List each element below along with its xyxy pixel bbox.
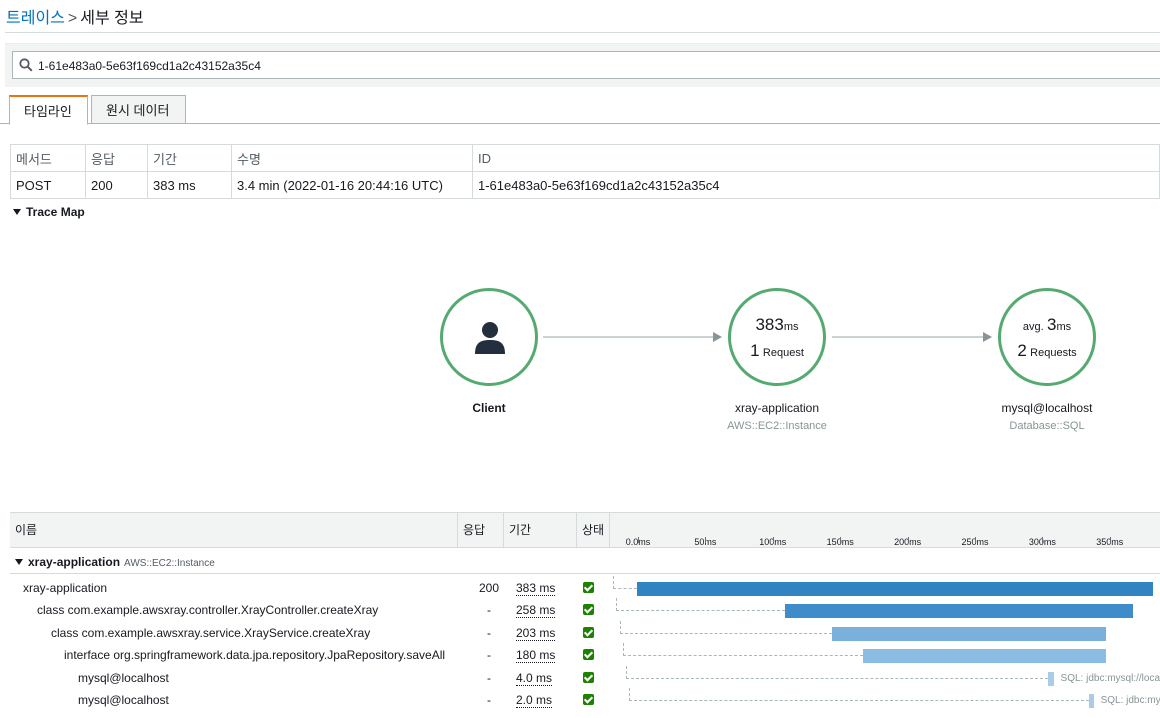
breadcrumb: 트레이스 > 세부 정보 bbox=[6, 4, 144, 28]
header-method: 메서드 bbox=[10, 144, 86, 172]
header-id: ID bbox=[472, 144, 1160, 172]
timeline-row[interactable]: class com.example.awsxray.controller.Xra… bbox=[10, 598, 1160, 622]
group-type: AWS::EC2::Instance bbox=[124, 558, 215, 569]
trace-map-toggle[interactable]: Trace Map bbox=[13, 205, 85, 219]
status-ok-icon bbox=[583, 672, 594, 683]
segment-name: class com.example.awsxray.service.XraySe… bbox=[51, 626, 371, 640]
timeline-row[interactable]: xray-application 200 383 ms bbox=[10, 576, 1160, 600]
segment-duration[interactable]: 2.0 ms bbox=[516, 694, 553, 708]
span-bar[interactable] bbox=[1048, 672, 1054, 686]
span-bar[interactable] bbox=[863, 649, 1107, 663]
node-xray-application[interactable]: 383ms 1 Request bbox=[728, 288, 826, 386]
node-latency: avg. 3ms bbox=[1022, 315, 1072, 334]
arrow-icon bbox=[713, 332, 722, 342]
header-age: 수명 bbox=[231, 144, 473, 172]
status-ok-icon bbox=[583, 604, 594, 615]
divider bbox=[5, 32, 1160, 33]
trace-map: Client 383ms 1 Request xray-application … bbox=[0, 220, 1160, 510]
segment-duration[interactable]: 203 ms bbox=[516, 627, 556, 641]
segment-name: interface org.springframework.data.jpa.r… bbox=[64, 648, 446, 662]
span-connector bbox=[626, 666, 1049, 679]
col-response[interactable]: 응답 bbox=[457, 513, 503, 547]
caret-down-icon bbox=[13, 208, 21, 215]
segment-duration[interactable]: 383 ms bbox=[516, 582, 556, 596]
search-icon bbox=[19, 58, 33, 72]
span-connector bbox=[616, 598, 786, 611]
segment-response: - bbox=[487, 626, 491, 640]
segment-response: - bbox=[487, 603, 491, 617]
col-name[interactable]: 이름 bbox=[10, 513, 457, 547]
span-connector bbox=[623, 643, 864, 656]
segment-response: 200 bbox=[478, 581, 500, 595]
segment-duration[interactable]: 4.0 ms bbox=[516, 672, 553, 686]
timeline-row[interactable]: mysql@localhost - 4.0 ms SQL: jdbc:mysql://… bbox=[10, 666, 1160, 690]
arrow-icon bbox=[983, 332, 992, 342]
breadcrumb-traces-link[interactable]: 트레이스 bbox=[6, 10, 65, 27]
node-app-type: AWS::EC2::Instance bbox=[727, 420, 827, 432]
header-duration: 기간 bbox=[147, 144, 232, 172]
value-method: POST bbox=[10, 171, 86, 199]
trace-summary-table: 메서드 응답 기간 수명 ID POST 200 383 ms 3.4 min … bbox=[10, 144, 1160, 199]
tab-timeline[interactable]: 타임라인 bbox=[9, 95, 88, 125]
col-status[interactable]: 상태 bbox=[576, 513, 609, 547]
span-label: SQL: jdbc:mysql://localh bbox=[1060, 673, 1160, 684]
group-name: xray-application bbox=[28, 555, 121, 569]
status-ok-icon bbox=[583, 627, 594, 638]
timeline-row[interactable]: mysql@localhost - 2.0 ms SQL: jdbc:mys bbox=[10, 688, 1160, 712]
segment-duration[interactable]: 258 ms bbox=[516, 604, 556, 618]
timeline-row[interactable]: interface org.springframework.data.jpa.r… bbox=[10, 643, 1160, 667]
span-connector bbox=[613, 576, 637, 589]
segment-response: - bbox=[487, 693, 491, 707]
value-response: 200 bbox=[85, 171, 148, 199]
status-ok-icon bbox=[583, 694, 594, 705]
span-bar[interactable] bbox=[1088, 694, 1094, 708]
span-bar[interactable] bbox=[637, 582, 1154, 596]
user-icon bbox=[475, 322, 505, 354]
tab-bar: 타임라인 원시 데이터 bbox=[0, 95, 1160, 125]
segment-response: - bbox=[487, 648, 491, 662]
trace-map-edges bbox=[543, 332, 992, 342]
segment-group[interactable]: xray-application AWS::EC2::Instance bbox=[10, 550, 1160, 574]
node-latency: 383ms bbox=[755, 315, 799, 334]
timeline-row[interactable]: class com.example.awsxray.service.XraySe… bbox=[10, 621, 1160, 645]
node-app-name: xray-application bbox=[734, 401, 820, 415]
segment-name: mysql@localhost bbox=[78, 693, 169, 707]
node-db-type: Database::SQL bbox=[1009, 420, 1085, 432]
header-response: 응답 bbox=[85, 144, 148, 172]
col-duration[interactable]: 기간 bbox=[503, 513, 576, 547]
timeline-header: 이름 응답 기간 상태 0.0ms50ms100ms150ms200ms250m… bbox=[10, 512, 1160, 548]
breadcrumb-separator: > bbox=[67, 10, 78, 27]
breadcrumb-current: 세부 정보 bbox=[80, 10, 144, 27]
segment-duration[interactable]: 180 ms bbox=[516, 649, 556, 663]
status-ok-icon bbox=[583, 649, 594, 660]
search-value: 1-61e483a0-5e63f169cd1a2c43152a35c4 bbox=[38, 59, 261, 73]
node-request-count: 1 Request bbox=[750, 341, 804, 360]
caret-down-icon bbox=[15, 558, 23, 565]
tab-raw-data[interactable]: 원시 데이터 bbox=[91, 95, 186, 124]
span-label: SQL: jdbc:mys bbox=[1100, 695, 1160, 706]
trace-map-label: Trace Map bbox=[26, 205, 85, 219]
search-input[interactable]: 1-61e483a0-5e63f169cd1a2c43152a35c4 bbox=[12, 51, 1160, 79]
span-connector bbox=[620, 621, 833, 634]
node-request-count: 2 Requests bbox=[1017, 341, 1077, 360]
segment-name: xray-application bbox=[23, 581, 108, 595]
node-mysql[interactable]: avg. 3ms 2 Requests bbox=[998, 288, 1096, 386]
span-bar[interactable] bbox=[832, 627, 1107, 641]
value-age: 3.4 min (2022-01-16 20:44:16 UTC) bbox=[231, 171, 473, 199]
value-id: 1-61e483a0-5e63f169cd1a2c43152a35c4 bbox=[472, 171, 1160, 199]
value-duration: 383 ms bbox=[147, 171, 232, 199]
segment-name: mysql@localhost bbox=[78, 671, 169, 685]
node-db-name: mysql@localhost bbox=[1001, 401, 1093, 415]
node-client[interactable] bbox=[440, 288, 538, 386]
node-client-name: Client bbox=[472, 401, 506, 415]
span-bar[interactable] bbox=[785, 604, 1134, 618]
status-ok-icon bbox=[583, 582, 594, 593]
segment-name: class com.example.awsxray.controller.Xra… bbox=[37, 603, 379, 617]
span-connector bbox=[629, 688, 1089, 701]
col-timeline: 0.0ms50ms100ms150ms200ms250ms300ms350ms bbox=[609, 513, 1160, 547]
search-bar: 1-61e483a0-5e63f169cd1a2c43152a35c4 bbox=[5, 43, 1160, 87]
segment-response: - bbox=[487, 671, 491, 685]
